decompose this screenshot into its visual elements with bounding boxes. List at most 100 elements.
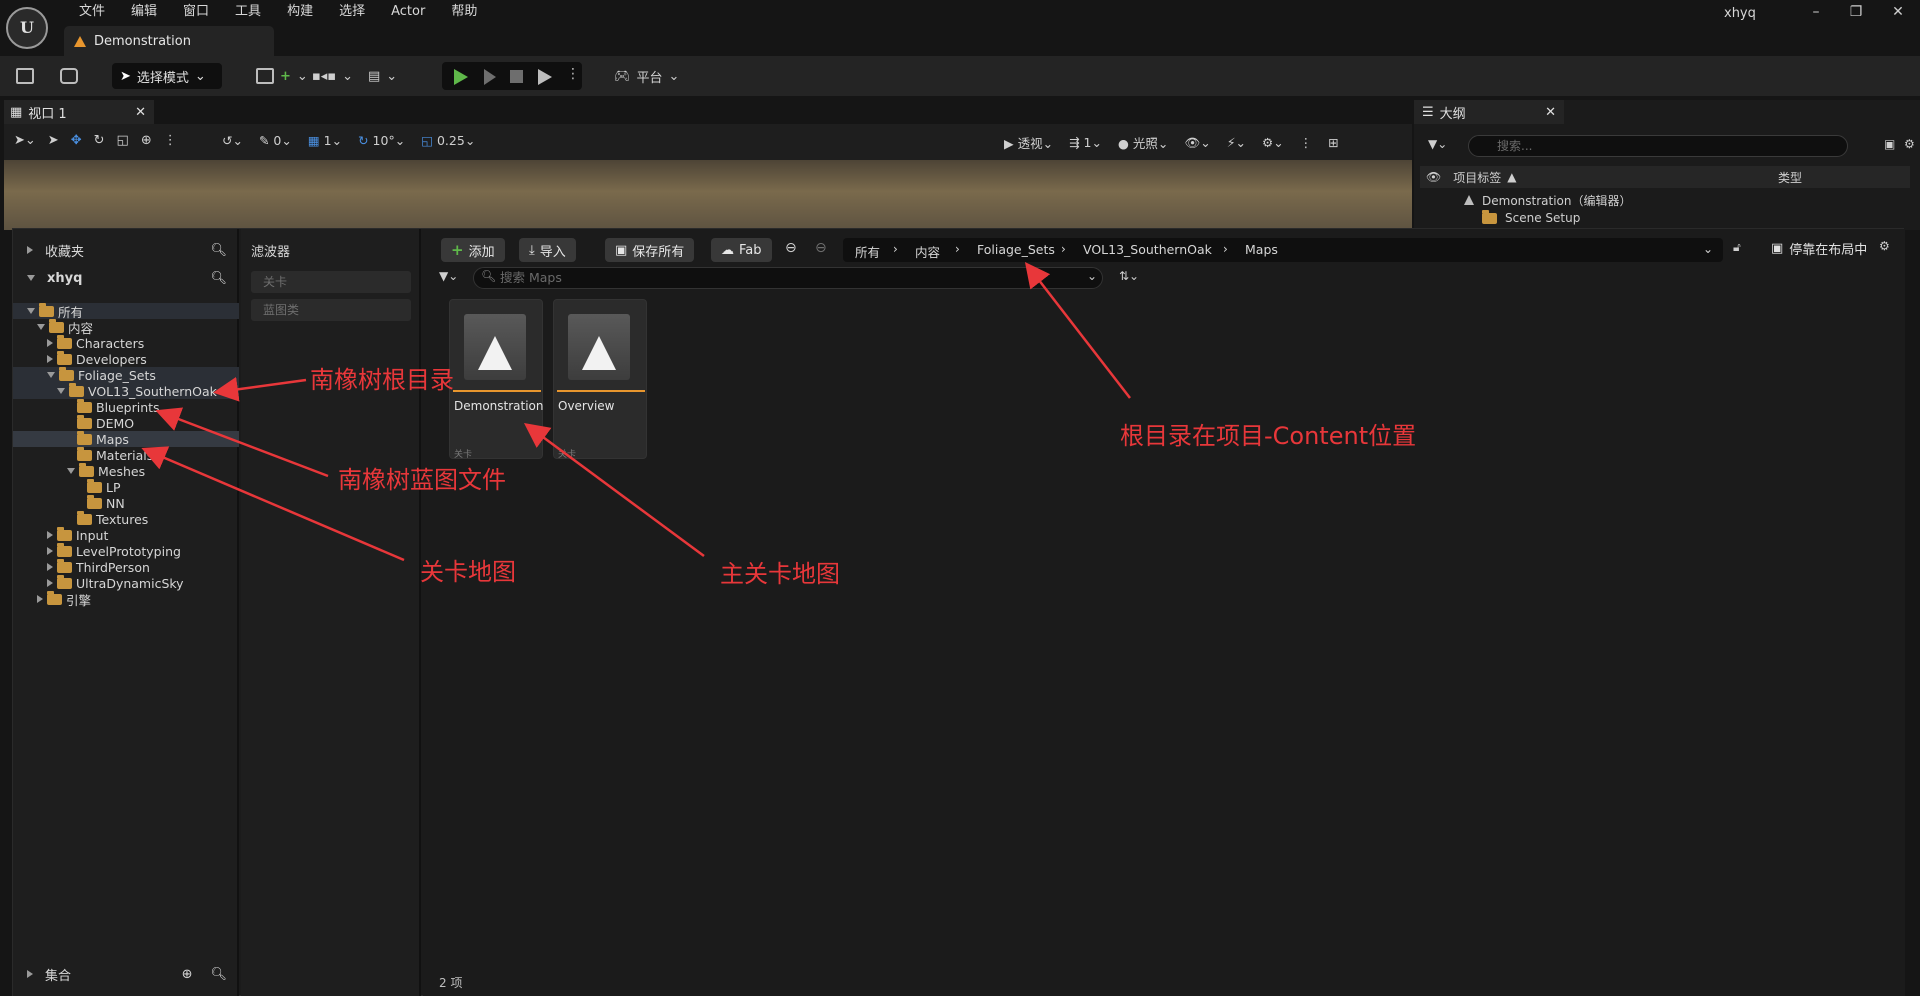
chevron-right-icon[interactable] xyxy=(47,579,53,587)
tree-item-maps[interactable]: Maps xyxy=(13,430,239,447)
tree-item-lp[interactable]: LP xyxy=(13,478,239,495)
tree-item-[interactable]: 内容 xyxy=(13,318,239,336)
grid-snap-button[interactable]: ▦ 1⌄ xyxy=(308,133,342,148)
breadcrumb-item[interactable]: 内容 xyxy=(915,242,940,261)
column-type-header[interactable]: 类型 xyxy=(1778,169,1802,186)
filter-chip-blueprint[interactable]: 蓝图类 xyxy=(251,299,411,321)
camera-speed-button[interactable]: ⇶ 1⌄ xyxy=(1069,135,1102,150)
back-icon[interactable]: ⊖ xyxy=(785,240,797,256)
chevron-right-icon[interactable]: › xyxy=(1223,242,1228,256)
chevron-down-icon[interactable]: ⌄ xyxy=(1087,269,1097,283)
menu-file[interactable]: 文件 xyxy=(66,3,118,21)
column-label-header[interactable]: 项目标签 xyxy=(1453,169,1501,186)
chevron-right-icon[interactable]: › xyxy=(1061,242,1066,256)
menu-build[interactable]: 构建 xyxy=(274,3,326,21)
settings-icon[interactable]: ⚙ xyxy=(1904,137,1915,151)
breadcrumb-item[interactable]: Maps xyxy=(1245,242,1278,257)
search-icon[interactable]: 🔍︎ xyxy=(210,967,227,982)
restore-button[interactable]: ❐ xyxy=(1836,2,1876,22)
more-icon[interactable]: ⋮ xyxy=(1300,135,1313,150)
add-button[interactable]: + 添加 xyxy=(441,238,505,262)
minimize-button[interactable]: – xyxy=(1796,2,1836,22)
outliner-search-input[interactable]: 搜索... xyxy=(1468,135,1848,157)
chevron-down-icon[interactable] xyxy=(57,388,65,394)
add-actor-icon[interactable]: + ⌄ xyxy=(256,63,308,89)
tree-item-materials[interactable]: Materials xyxy=(13,446,239,463)
tree-item-[interactable]: 所有 xyxy=(13,302,239,320)
chevron-right-icon[interactable] xyxy=(47,563,53,571)
select-icon[interactable]: ➤ xyxy=(48,133,59,148)
layout-icon[interactable]: ⊞ xyxy=(1328,135,1338,150)
tree-item-nn[interactable]: NN xyxy=(13,494,239,511)
lighting-button[interactable]: ● 光照⌄ xyxy=(1118,133,1168,152)
rotate-snap-button[interactable]: ↻ 10°⌄ xyxy=(358,133,405,148)
chevron-down-icon[interactable] xyxy=(67,468,75,474)
chevron-right-icon[interactable] xyxy=(37,595,43,603)
chevron-right-icon[interactable] xyxy=(47,547,53,555)
viewport-scene[interactable] xyxy=(4,160,1412,230)
import-button[interactable]: ⤓ 导入 xyxy=(519,238,576,262)
save-all-button[interactable]: ▣ 保存所有 xyxy=(605,238,695,262)
tree-item-ultradynamicsky[interactable]: UltraDynamicSky xyxy=(13,574,239,591)
menu-window[interactable]: 窗口 xyxy=(170,3,222,21)
simulate-icon[interactable] xyxy=(538,69,552,85)
document-tab[interactable]: Demonstration xyxy=(64,26,274,56)
tree-item-demo[interactable]: DEMO xyxy=(13,414,239,431)
breadcrumb-item[interactable]: VOL13_SouthernOak xyxy=(1083,242,1212,257)
mode-select-dropdown[interactable]: ➤ 选择模式 ⌄ xyxy=(112,63,222,89)
search-icon[interactable]: 🔍︎ xyxy=(210,271,227,286)
chevron-right-icon[interactable]: › xyxy=(893,242,898,256)
chevron-right-icon[interactable] xyxy=(47,531,53,539)
save-icon[interactable] xyxy=(16,63,34,89)
chevron-down-icon[interactable] xyxy=(27,308,35,314)
surface-snap-icon[interactable]: ↺⌄ xyxy=(222,133,243,148)
step-icon[interactable] xyxy=(484,69,496,85)
chevron-right-icon[interactable] xyxy=(47,355,53,363)
menu-tools[interactable]: 工具 xyxy=(222,3,274,21)
platform-button[interactable]: 🎮︎ 平台 ⌄ xyxy=(614,63,679,89)
cinematics-icon[interactable]: ▤ ⌄ xyxy=(368,63,397,89)
outliner-row[interactable]: Demonstration（编辑器） xyxy=(1420,190,1910,210)
favorites-header[interactable]: 收藏夹 🔍︎ xyxy=(13,235,239,265)
tree-item-developers[interactable]: Developers xyxy=(13,350,239,367)
add-collection-icon[interactable]: ⊕ xyxy=(182,967,193,982)
close-icon[interactable]: ✕ xyxy=(1545,105,1556,120)
play-icon[interactable] xyxy=(454,69,468,85)
asset-search-input[interactable]: 搜索 Maps xyxy=(473,267,1103,289)
blueprint-icon[interactable]: ▪◂▪ ⌄ xyxy=(312,63,353,89)
scale-icon[interactable]: ◱ xyxy=(117,133,129,148)
more-icon[interactable]: ⋮ xyxy=(164,133,177,148)
tree-item-[interactable]: 引擎 xyxy=(13,590,239,608)
filter-icon[interactable]: ▼⌄ xyxy=(1428,137,1447,151)
tree-item-levelprototyping[interactable]: LevelPrototyping xyxy=(13,542,239,559)
outliner-row[interactable]: Scene Setup xyxy=(1420,208,1910,228)
play-options-icon[interactable]: ⋮ xyxy=(566,66,580,82)
sort-icon[interactable]: ⇅⌄ xyxy=(1119,269,1139,283)
unreal-logo-icon[interactable]: U xyxy=(6,7,48,49)
settings-icon[interactable]: ⚙ xyxy=(1879,239,1890,253)
asset-tile[interactable]: Overview 关卡 xyxy=(553,299,647,460)
dock-in-layout-button[interactable]: ▣ 停靠在布局中 xyxy=(1771,239,1867,258)
tree-item-blueprints[interactable]: Blueprints xyxy=(13,398,239,415)
snap-move-button[interactable]: ✎ 0⌄ xyxy=(259,133,292,148)
collections-header[interactable]: 集合 ⊕ 🔍︎ xyxy=(13,959,239,989)
scalability-icon[interactable]: ⚡⌄ xyxy=(1227,135,1246,150)
filter-icon[interactable]: ▼⌄ xyxy=(439,269,458,283)
menu-actor[interactable]: Actor xyxy=(378,3,438,21)
view-mode-button[interactable]: ▶︎ 透视⌄ xyxy=(1004,133,1053,152)
rotate-icon[interactable]: ↻ xyxy=(94,133,105,148)
forward-icon[interactable]: ⊖ xyxy=(815,240,827,256)
menu-help[interactable]: 帮助 xyxy=(438,3,490,21)
viewport-tab[interactable]: ▦ 视口 1 ✕ xyxy=(4,100,154,124)
tree-item-textures[interactable]: Textures xyxy=(13,510,239,527)
tree-item-vol13-southernoak[interactable]: VOL13_SouthernOak xyxy=(13,382,239,399)
world-icon[interactable]: ⊕ xyxy=(141,133,152,148)
stop-icon[interactable] xyxy=(510,70,523,83)
chevron-down-icon[interactable]: ⌄ xyxy=(1703,242,1713,256)
project-header[interactable]: xhyq 🔍︎ xyxy=(13,263,239,293)
menu-edit[interactable]: 编辑 xyxy=(118,3,170,21)
lock-icon[interactable]: 🔓︎ xyxy=(1733,240,1741,255)
close-window-button[interactable]: ✕ xyxy=(1878,2,1918,22)
breadcrumb-item[interactable]: 所有 xyxy=(855,242,880,261)
show-icon[interactable]: 👁︎⌄ xyxy=(1184,135,1210,151)
